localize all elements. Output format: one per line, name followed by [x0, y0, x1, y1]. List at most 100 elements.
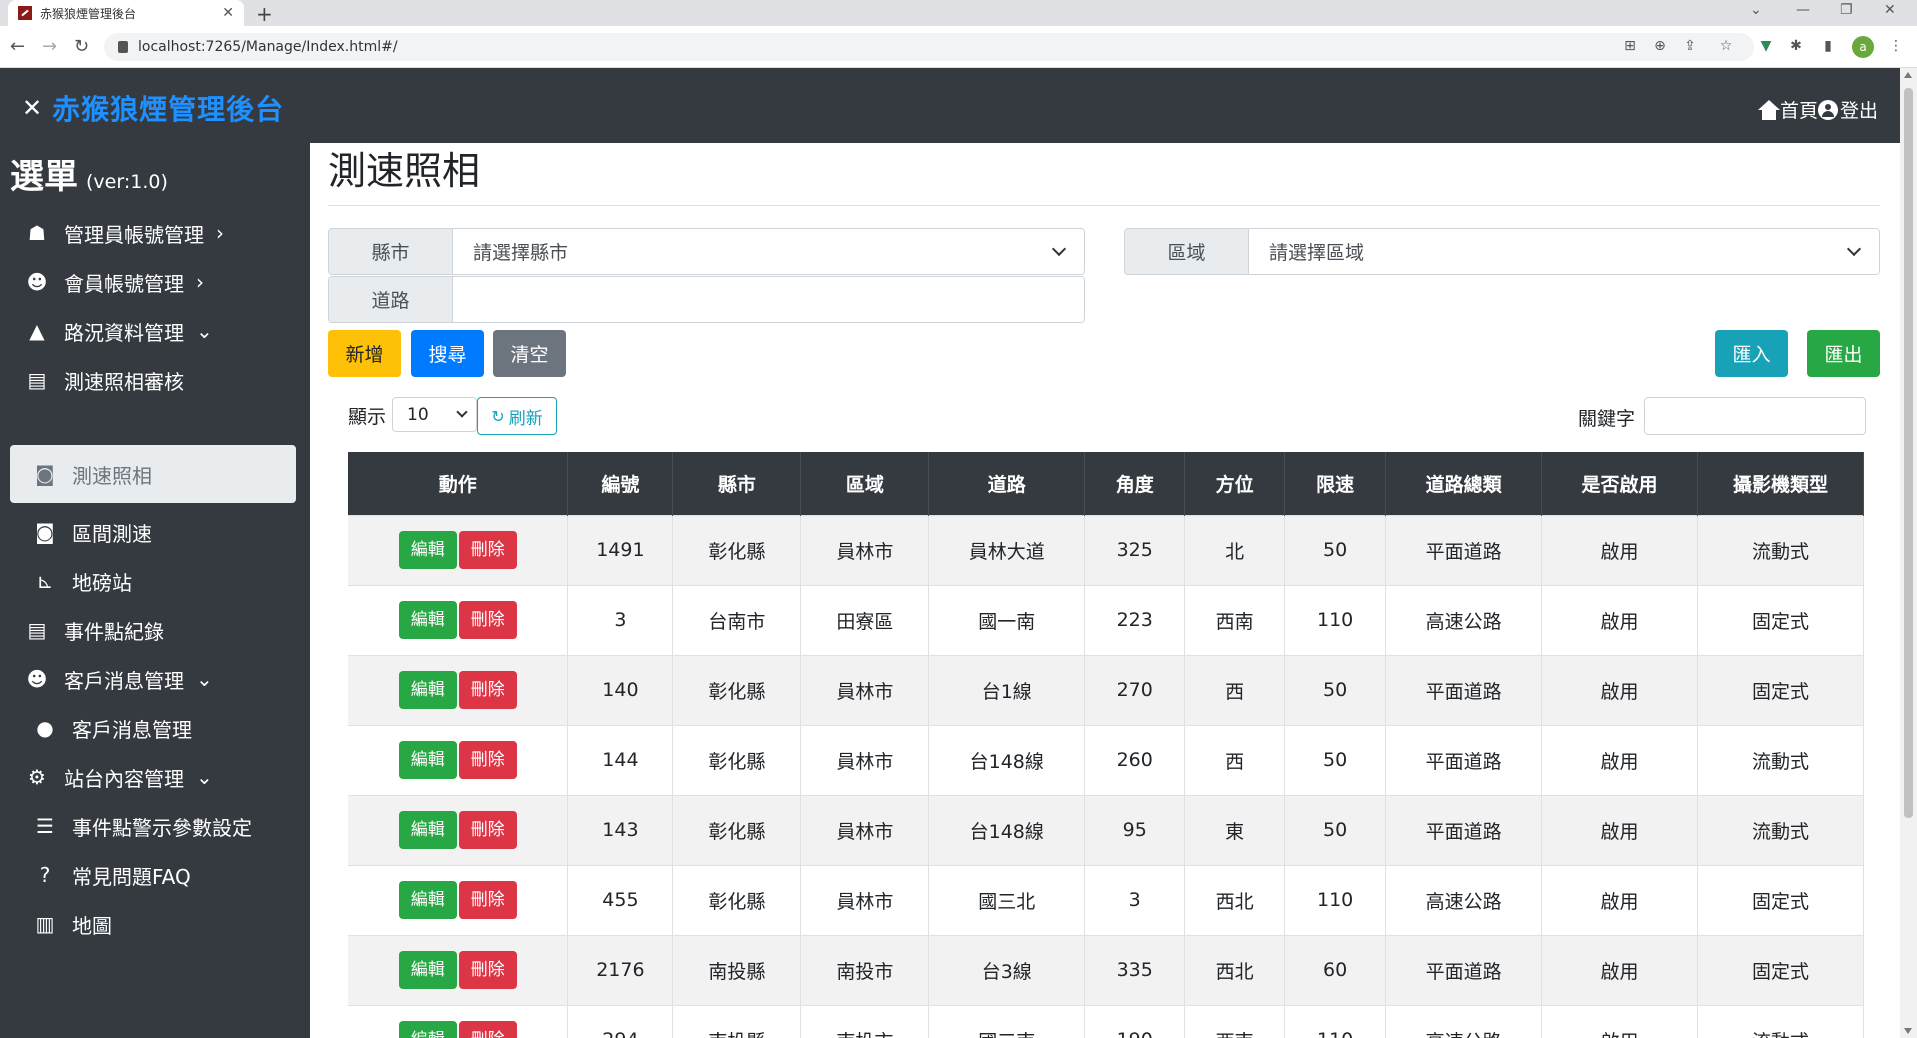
table-cell: 彰化縣: [672, 864, 802, 935]
restore-icon[interactable]: ❐: [1840, 2, 1853, 18]
column-header[interactable]: 是否啟用: [1541, 452, 1698, 515]
delete-button[interactable]: 刪除: [458, 601, 517, 639]
scrollbar-thumb[interactable]: [1904, 88, 1913, 818]
sidebar-item-map[interactable]: ▥ 地圖: [10, 895, 296, 953]
column-header[interactable]: 道路: [928, 452, 1086, 515]
home-link[interactable]: 首頁: [1757, 96, 1818, 123]
column-header[interactable]: 角度: [1084, 452, 1186, 515]
table-cell: 270: [1084, 654, 1186, 725]
close-window-icon[interactable]: ✕: [1884, 2, 1896, 18]
share-icon[interactable]: ⇪: [1682, 38, 1698, 54]
area-select[interactable]: 請選擇區域: [1249, 229, 1879, 274]
home-label: 首頁: [1779, 100, 1818, 122]
translate-icon[interactable]: ⊞: [1622, 38, 1638, 54]
column-header[interactable]: 方位: [1184, 452, 1286, 515]
sidebar-item-speed-camera-review[interactable]: ▤ 測速照相審核: [10, 351, 296, 409]
area-filter-group: 區域 請選擇區域: [1124, 228, 1880, 275]
sidebar-item-speed-camera[interactable]: ◙ 測速照相: [10, 445, 296, 503]
edit-button[interactable]: 編輯: [398, 1021, 457, 1038]
delete-button[interactable]: 刪除: [458, 811, 517, 849]
users-icon: ☻: [26, 667, 48, 691]
column-header[interactable]: 縣市: [672, 452, 802, 515]
vue-devtools-icon[interactable]: ▼: [1758, 38, 1774, 54]
table-cell: 啟用: [1541, 514, 1698, 585]
back-icon[interactable]: ←: [10, 36, 25, 57]
table-cell: 140: [567, 654, 674, 725]
new-tab-button[interactable]: +: [256, 2, 273, 26]
table-cell: 固定式: [1697, 864, 1864, 935]
divider: [328, 205, 1880, 206]
edit-button[interactable]: 編輯: [398, 601, 457, 639]
page-length-select[interactable]: 10: [392, 397, 477, 432]
url-field[interactable]: localhost:7265/Manage/Index.html#/: [104, 33, 1754, 61]
edit-button[interactable]: 編輯: [398, 741, 457, 779]
table-cell: 西南: [1184, 1004, 1286, 1038]
file-icon: ▤: [27, 368, 47, 392]
scroll-up-icon[interactable]: [1904, 72, 1912, 78]
import-button[interactable]: 匯入: [1715, 330, 1788, 377]
logout-link[interactable]: 登出: [1817, 96, 1878, 123]
bookmark-star-icon[interactable]: ☆: [1718, 38, 1734, 54]
delete-button[interactable]: 刪除: [458, 951, 517, 989]
page-scrollbar[interactable]: [1900, 68, 1917, 1038]
browser-tab[interactable]: 赤猴狼煙管理後台 ✕: [8, 0, 244, 26]
reload-icon[interactable]: ↻: [74, 36, 89, 57]
tab-search-icon[interactable]: ⌄: [1750, 2, 1762, 18]
brand[interactable]: ✕ 赤猴狼煙管理後台: [22, 88, 284, 128]
question-icon: ?: [39, 863, 51, 887]
chevron-right-icon: ›: [196, 270, 204, 294]
forward-icon[interactable]: →: [42, 36, 57, 57]
refresh-button[interactable]: ↻ 刷新: [477, 397, 557, 435]
keyword-input[interactable]: [1644, 397, 1866, 435]
table-cell: 啟用: [1541, 864, 1698, 935]
column-header[interactable]: 限速: [1284, 452, 1387, 515]
tab-close-icon[interactable]: ✕: [222, 5, 234, 21]
page-title: 測速照相: [328, 149, 481, 193]
edit-button[interactable]: 編輯: [398, 881, 457, 919]
column-header[interactable]: 動作: [348, 452, 569, 515]
browser-menu-icon[interactable]: ⋮: [1888, 38, 1904, 54]
chevron-down-icon: [1051, 241, 1067, 256]
city-select[interactable]: 請選擇縣市: [453, 229, 1084, 274]
column-header[interactable]: 編號: [567, 452, 674, 515]
column-header[interactable]: 道路總類: [1385, 452, 1543, 515]
edit-button[interactable]: 編輯: [398, 951, 457, 989]
table-row: 編輯 刪除 1491 彰化縣 員林市 員林大道 325 北 50 平面道路 啟用 流動式: [348, 514, 1864, 585]
zoom-icon[interactable]: ⊕: [1652, 38, 1668, 54]
add-button[interactable]: 新增: [328, 330, 401, 377]
delete-button[interactable]: 刪除: [458, 671, 517, 709]
clear-button[interactable]: 清空: [493, 330, 566, 377]
delete-button[interactable]: 刪除: [458, 741, 517, 779]
area-label: 區域: [1125, 229, 1249, 274]
minimize-icon[interactable]: —: [1796, 2, 1810, 18]
table-cell: 員林市: [800, 724, 930, 795]
sidebar-item-label: 客戶消息管理: [64, 668, 184, 693]
table-body: 編輯 刪除 1491 彰化縣 員林市 員林大道 325 北 50 平面道路 啟用 流動式 編輯 刪除 3 台南…: [348, 514, 1864, 1038]
edit-button[interactable]: 編輯: [398, 671, 457, 709]
edit-button[interactable]: 編輯: [398, 811, 457, 849]
column-header[interactable]: 攝影機類型: [1697, 452, 1864, 515]
chart-icon: ⊾: [36, 569, 54, 593]
extensions-icon[interactable]: ✱: [1788, 38, 1804, 54]
search-button[interactable]: 搜尋: [411, 330, 484, 377]
column-header[interactable]: 區域: [800, 452, 930, 515]
profile-avatar[interactable]: a: [1852, 36, 1874, 58]
export-button[interactable]: 匯出: [1807, 330, 1880, 377]
delete-button[interactable]: 刪除: [458, 1021, 517, 1038]
road-input[interactable]: [453, 277, 1084, 322]
edit-button[interactable]: 編輯: [398, 531, 457, 569]
table-cell: 110: [1284, 584, 1387, 655]
menu-heading: 選單: [10, 157, 78, 197]
sidebar-item-label: 路況資料管理: [64, 320, 184, 345]
side-panel-icon[interactable]: ▮: [1820, 38, 1836, 54]
action-cell: 編輯刪除: [348, 654, 569, 725]
table-cell: 國一南: [928, 584, 1086, 655]
scroll-down-icon[interactable]: [1904, 1028, 1912, 1034]
menu-version: (ver:1.0): [86, 171, 168, 193]
delete-button[interactable]: 刪除: [458, 881, 517, 919]
table-cell: 台1線: [928, 654, 1086, 725]
delete-button[interactable]: 刪除: [458, 531, 517, 569]
sidebar-item-label: 常見問題FAQ: [72, 864, 191, 889]
sidebar-item-label: 測速照相: [72, 463, 152, 488]
table-cell: 平面道路: [1385, 514, 1543, 585]
